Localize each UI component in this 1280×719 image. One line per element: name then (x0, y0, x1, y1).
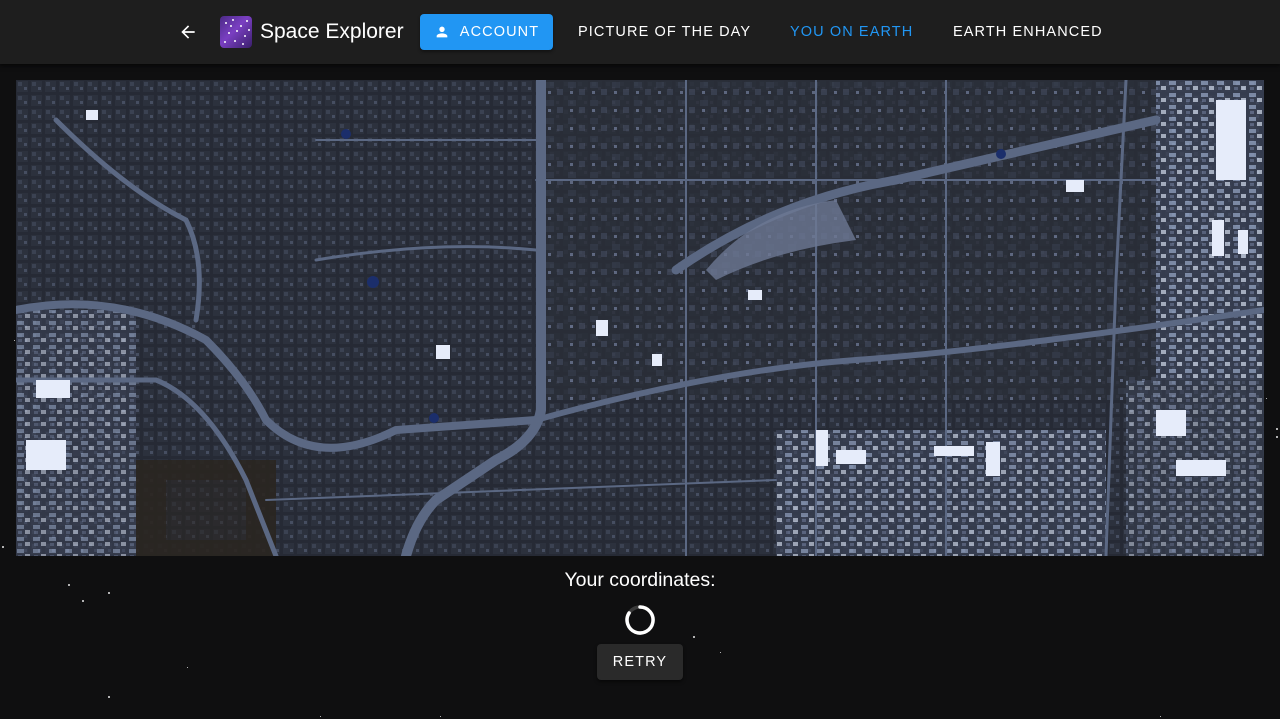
nav-you-on-earth-label: You on earth (790, 24, 914, 40)
nav-earth-enhanced-label: Earth enhanced (953, 24, 1103, 40)
account-button-label: Account (459, 24, 540, 40)
account-button[interactable]: Account (420, 14, 553, 50)
nav-picture-of-the-day-label: Picture of the day (578, 24, 752, 40)
nav-picture-of-the-day[interactable]: Picture of the day (578, 14, 751, 50)
arrow-left-icon (181, 25, 195, 39)
retry-button-label: Retry (612, 654, 668, 670)
person-icon (434, 24, 450, 40)
coordinates-label: Your coordinates: (564, 569, 716, 591)
app-title: Space Explorer (260, 20, 404, 43)
nav-earth-enhanced[interactable]: Earth enhanced (953, 14, 1103, 50)
galaxy-logo-icon (220, 16, 252, 48)
loading-spinner-icon (625, 605, 655, 635)
retry-button[interactable]: Retry (597, 644, 683, 680)
satellite-image (16, 80, 1264, 556)
app-bar: Space Explorer Account Picture of the da… (0, 0, 1280, 64)
back-button[interactable] (172, 16, 204, 48)
nav-you-on-earth[interactable]: You on earth (790, 14, 913, 50)
